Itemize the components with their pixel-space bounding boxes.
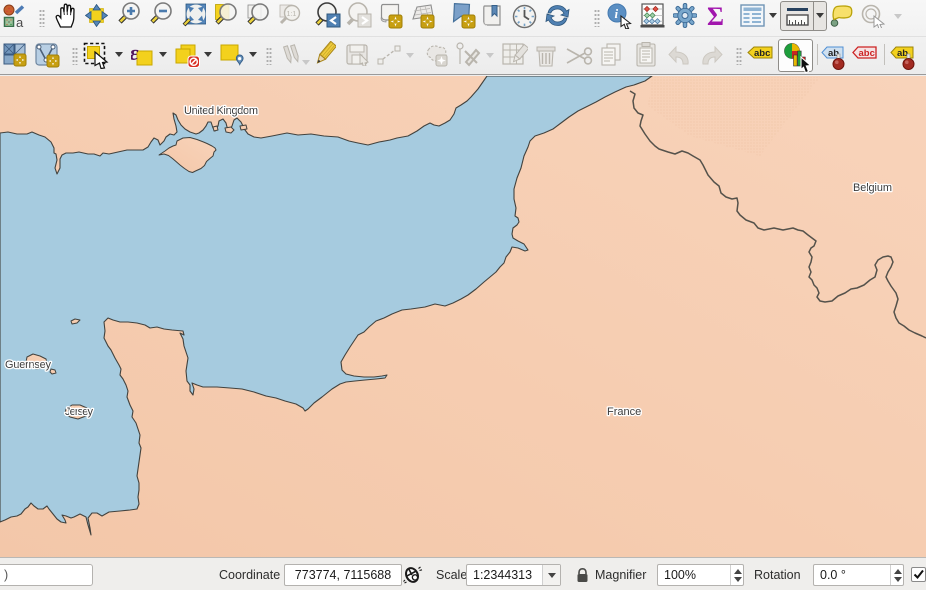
svg-text:Σ: Σ bbox=[707, 3, 724, 28]
svg-text:France: France bbox=[607, 406, 641, 418]
svg-text:i: i bbox=[615, 6, 619, 21]
svg-text:abc: abc bbox=[754, 48, 770, 59]
svg-text:a: a bbox=[16, 15, 24, 27]
svg-text:Belgium: Belgium bbox=[853, 182, 892, 194]
svg-text:1:1: 1:1 bbox=[287, 11, 297, 18]
svg-text:Jersey: Jersey bbox=[65, 406, 94, 418]
svg-text:United Kingdom: United Kingdom bbox=[184, 105, 258, 117]
svg-text:abc: abc bbox=[859, 48, 875, 59]
svg-text:ε: ε bbox=[131, 43, 139, 65]
svg-text:ab: ab bbox=[897, 48, 908, 59]
svg-text:Guernsey: Guernsey bbox=[5, 359, 52, 371]
